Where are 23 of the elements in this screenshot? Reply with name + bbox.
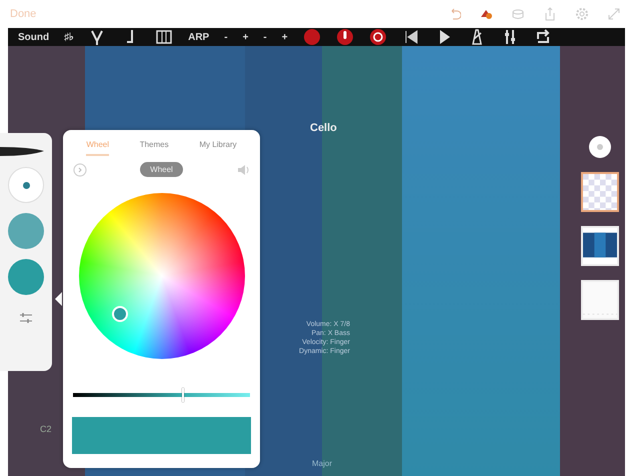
toolbar-button[interactable]: Sound xyxy=(18,32,50,42)
brush-size-control[interactable] xyxy=(8,167,44,203)
scale-label: Major xyxy=(312,459,332,468)
record-icon[interactable] xyxy=(302,27,321,47)
color-button[interactable] xyxy=(8,259,44,295)
toolbar-button[interactable]: + xyxy=(282,32,288,42)
slider-thumb[interactable] xyxy=(182,388,184,402)
toolbar-button[interactable]: - xyxy=(263,32,267,42)
color-picker-handle[interactable] xyxy=(112,306,128,322)
dot-icon xyxy=(596,143,604,151)
color-tab[interactable]: Themes xyxy=(140,140,169,156)
target-icon[interactable] xyxy=(368,27,387,47)
sliders-icon[interactable] xyxy=(19,311,33,325)
toolbar-button[interactable]: + xyxy=(242,32,248,42)
toolbar-button[interactable]: ♯♭ xyxy=(64,31,74,43)
toolbar-button[interactable]: ARP xyxy=(188,32,210,42)
brush-icon[interactable] xyxy=(0,145,44,157)
layer-thumbnail[interactable] xyxy=(581,172,619,212)
instrument-title: Cello xyxy=(310,122,337,134)
microphone-icon[interactable] xyxy=(336,27,354,47)
note-label: C2 xyxy=(40,424,52,434)
color-tab[interactable]: My Library xyxy=(199,140,237,156)
toolbar-button[interactable]: - xyxy=(224,32,228,42)
